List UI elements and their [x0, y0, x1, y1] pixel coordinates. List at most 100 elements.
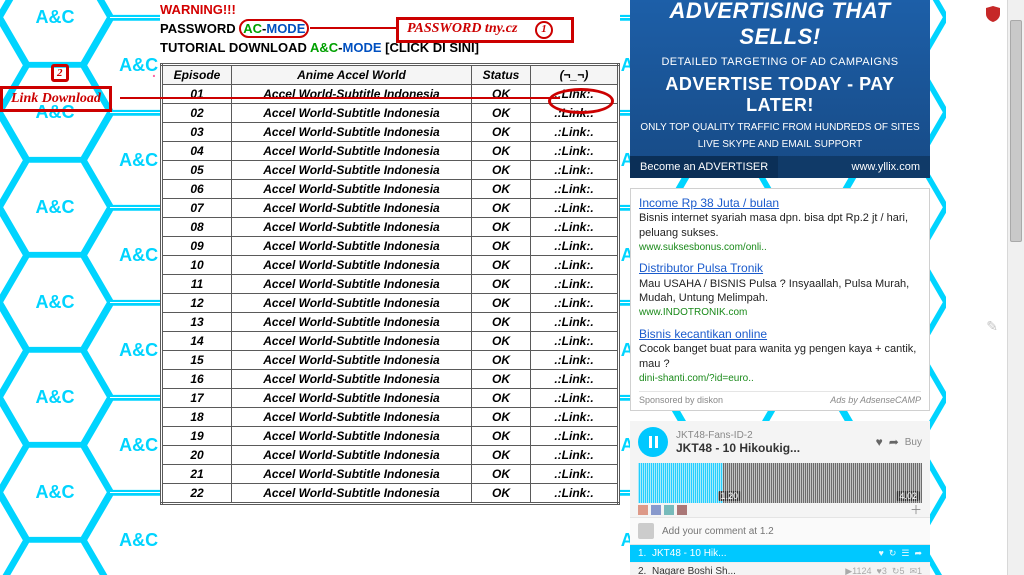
cell-episode: 05: [162, 161, 232, 180]
row-title: JKT48 - 10 Hik...: [652, 548, 878, 559]
row-index: 1.: [638, 548, 652, 559]
cell-link[interactable]: .:Link:.: [531, 199, 619, 218]
playlist: 1.JKT48 - 10 Hik...♥ ↻ ☰ ➦ 2.Nagare Boshi Sh…: [630, 545, 930, 575]
sponsored-by[interactable]: Sponsored by diskon: [639, 394, 723, 406]
player-track-title[interactable]: JKT48 - 10 Hikoukig...: [676, 441, 868, 455]
row-like-icon[interactable]: ♥: [878, 548, 883, 559]
table-row: 16Accel World-Subtitle IndonesiaOK.:Link…: [162, 370, 619, 389]
text-ad-title[interactable]: Bisnis kecantikan online: [639, 326, 921, 342]
cell-link[interactable]: .:Link:.: [531, 465, 619, 484]
waveform[interactable]: 1.20 4.02: [638, 463, 922, 503]
table-row: 12Accel World-Subtitle IndonesiaOK.:Link…: [162, 294, 619, 313]
cell-episode: 06: [162, 180, 232, 199]
cell-link[interactable]: .:Link:.: [531, 351, 619, 370]
table-row: 18Accel World-Subtitle IndonesiaOK.:Link…: [162, 408, 619, 427]
cell-link[interactable]: .:Link:.: [531, 161, 619, 180]
cell-episode: 12: [162, 294, 232, 313]
cell-episode: 03: [162, 123, 232, 142]
table-row: 21Accel World-Subtitle IndonesiaOK.:Link…: [162, 465, 619, 484]
text-ad-url[interactable]: www.suksesbonus.com/onli..: [639, 241, 921, 255]
playlist-row[interactable]: 1.JKT48 - 10 Hik...♥ ↻ ☰ ➦: [630, 545, 930, 563]
cell-link[interactable]: .:Link:.: [531, 408, 619, 427]
cell-title: Accel World-Subtitle Indonesia: [232, 104, 472, 123]
cell-link[interactable]: .:Link:.: [531, 237, 619, 256]
cell-link[interactable]: .:Link:.: [531, 313, 619, 332]
scrollbar-thumb[interactable]: [1010, 20, 1022, 242]
cell-episode: 08: [162, 218, 232, 237]
cell-link[interactable]: .:Link:.: [531, 123, 619, 142]
ad-cta-button[interactable]: Become an ADVERTISER: [630, 156, 778, 178]
play-pause-button[interactable]: [638, 427, 668, 457]
table-row: 14Accel World-Subtitle IndonesiaOK.:Link…: [162, 332, 619, 351]
cell-link[interactable]: .:Link:.: [531, 218, 619, 237]
annotation-num-2: 2: [51, 64, 69, 82]
cell-episode: 20: [162, 446, 232, 465]
annotation-connector-1: [310, 27, 396, 29]
row-share-icon[interactable]: ➦: [914, 548, 922, 559]
share-icon[interactable]: ➦: [889, 435, 899, 449]
table-row: 04Accel World-Subtitle IndonesiaOK.:Link…: [162, 142, 619, 161]
ad-line4: LIVE SKYPE AND EMAIL SUPPORT: [630, 139, 930, 156]
episode-table: Episode Anime Accel World Status (¬_¬) 0…: [160, 63, 620, 505]
ad-url: www.yllix.com: [842, 156, 930, 178]
cell-title: Accel World-Subtitle Indonesia: [232, 465, 472, 484]
cell-title: Accel World-Subtitle Indonesia: [232, 389, 472, 408]
audio-player: JKT48-Fans-ID-2 JKT48 - 10 Hikoukig... ♥…: [630, 421, 930, 575]
table-row: 11Accel World-Subtitle IndonesiaOK.:Link…: [162, 275, 619, 294]
text-ad-title[interactable]: Income Rp 38 Juta / bulan: [639, 195, 921, 211]
table-row: 10Accel World-Subtitle IndonesiaOK.:Link…: [162, 256, 619, 275]
cell-link[interactable]: .:Link:.: [531, 275, 619, 294]
cell-status: OK: [472, 218, 531, 237]
cell-link[interactable]: .:Link:.: [531, 332, 619, 351]
cell-link[interactable]: .:Link:.: [531, 427, 619, 446]
text-ad-url[interactable]: dini-shanti.com/?id=euro..: [639, 372, 921, 386]
text-ad-title[interactable]: Distributor Pulsa Tronik: [639, 260, 921, 276]
password-line: PASSWORD AC-MODE PASSWORD tny.cz 1: [160, 19, 620, 38]
buy-link[interactable]: Buy: [905, 437, 922, 448]
ad-banner[interactable]: ADVERTISING THAT SELLS! DETAILED TARGETI…: [630, 0, 930, 178]
player-artist[interactable]: JKT48-Fans-ID-2: [676, 430, 868, 441]
playlist-row[interactable]: 2.Nagare Boshi Sh...▶1124♥3↻5✉1: [630, 563, 930, 575]
add-comment-icon[interactable]: ＋: [910, 505, 922, 517]
ads-settings-icon[interactable]: ✎: [986, 318, 998, 335]
ads-by[interactable]: Ads by AdsenseCAMP: [830, 394, 921, 406]
cell-link[interactable]: .:Link:.: [531, 370, 619, 389]
cell-episode: 15: [162, 351, 232, 370]
page-scrollbar[interactable]: [1007, 0, 1024, 575]
cell-status: OK: [472, 275, 531, 294]
cell-link[interactable]: .:Link:.: [531, 446, 619, 465]
table-row: 15Accel World-Subtitle IndonesiaOK.:Link…: [162, 351, 619, 370]
text-ad-url[interactable]: www.INDOTRONIK.com: [639, 306, 921, 320]
cell-link[interactable]: .:Link:.: [531, 484, 619, 504]
col-episode: Episode: [162, 65, 232, 85]
like-icon[interactable]: ♥: [876, 435, 883, 449]
ac-text: AC: [243, 21, 262, 36]
cell-status: OK: [472, 446, 531, 465]
cell-link[interactable]: .:Link:.: [531, 256, 619, 275]
cell-episode: 19: [162, 427, 232, 446]
cell-link[interactable]: .:Link:.: [531, 294, 619, 313]
cell-status: OK: [472, 408, 531, 427]
row-rt-icon[interactable]: ↻: [889, 548, 897, 559]
cell-status: OK: [472, 484, 531, 504]
adblock-shield-icon[interactable]: [986, 6, 1000, 22]
cell-episode: 09: [162, 237, 232, 256]
password-label: PASSWORD: [160, 21, 236, 36]
row-index: 2.: [638, 566, 652, 575]
col-link: (¬_¬): [531, 65, 619, 85]
row-add-icon[interactable]: ☰: [901, 548, 909, 559]
text-ad-desc: Cocok banget buat para wanita yg pengen …: [639, 343, 916, 370]
cell-status: OK: [472, 332, 531, 351]
cell-status: OK: [472, 237, 531, 256]
cell-title: Accel World-Subtitle Indonesia: [232, 180, 472, 199]
time-mark-total: 4.02: [896, 491, 920, 501]
cell-status: OK: [472, 123, 531, 142]
cell-link[interactable]: .:Link:.: [531, 180, 619, 199]
cell-link[interactable]: .:Link:.: [531, 142, 619, 161]
cell-link[interactable]: .:Link:.: [531, 389, 619, 408]
table-row: 09Accel World-Subtitle IndonesiaOK.:Link…: [162, 237, 619, 256]
ad-line3: ONLY TOP QUALITY TRAFFIC FROM HUNDREDS O…: [630, 122, 930, 139]
cell-episode: 11: [162, 275, 232, 294]
table-row: 22Accel World-Subtitle IndonesiaOK.:Link…: [162, 484, 619, 504]
comment-input[interactable]: [660, 525, 922, 538]
